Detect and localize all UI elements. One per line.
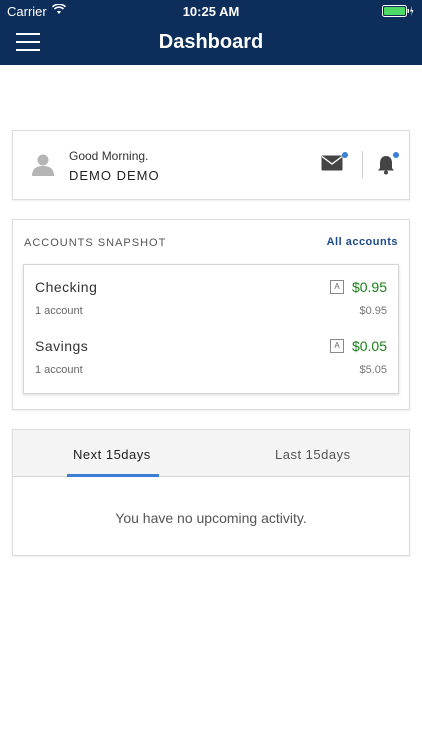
user-avatar-icon — [32, 154, 54, 176]
account-type-icon: A — [330, 280, 344, 294]
mail-icon[interactable] — [321, 155, 343, 171]
accounts-list: Checking 1 account A $0.95 $0.95 Savings… — [23, 264, 399, 394]
mail-notification-dot — [342, 152, 348, 158]
app-header: Carrier 10:25 AM Dashboard — [0, 0, 422, 65]
clock: 10:25 AM — [182, 4, 240, 19]
active-tab-indicator — [67, 474, 159, 477]
page-title: Dashboard — [158, 31, 264, 53]
available-balance: $0.05 — [351, 338, 387, 354]
available-balance: $0.95 — [351, 279, 387, 295]
account-type-icon: A — [330, 339, 344, 353]
battery-icon — [382, 5, 414, 17]
all-accounts-link[interactable]: All accounts — [327, 236, 398, 248]
empty-state-message: You have no upcoming activity. — [115, 510, 307, 526]
section-title: ACCOUNTS SNAPSHOT — [24, 237, 167, 249]
accounts-snapshot-card: ACCOUNTS SNAPSHOT All accounts Checking … — [12, 219, 410, 410]
greeting-text: Good Morning. — [69, 149, 149, 163]
bell-icon[interactable] — [377, 155, 395, 175]
current-balance: $5.05 — [359, 364, 387, 376]
activity-card: Next 15days Last 15days You have no upco… — [12, 429, 410, 556]
user-name: DEMO DEMO — [69, 168, 160, 183]
bell-notification-dot — [393, 152, 399, 158]
activity-tabs: Next 15days Last 15days — [13, 430, 409, 477]
account-row-savings[interactable]: Savings 1 account A $0.05 $5.05 — [24, 338, 398, 396]
greeting-card: Good Morning. DEMO DEMO — [12, 130, 410, 200]
tab-next-15-days[interactable]: Next 15days — [73, 447, 151, 462]
account-count: 1 account — [35, 364, 83, 376]
tab-last-15-days[interactable]: Last 15days — [275, 447, 351, 462]
divider — [362, 151, 363, 179]
account-name: Savings — [35, 338, 89, 354]
account-row-checking[interactable]: Checking 1 account A $0.95 $0.95 — [24, 279, 398, 337]
account-count: 1 account — [35, 305, 83, 317]
current-balance: $0.95 — [359, 305, 387, 317]
account-name: Checking — [35, 279, 98, 295]
status-bar: Carrier 10:25 AM — [0, 0, 422, 22]
